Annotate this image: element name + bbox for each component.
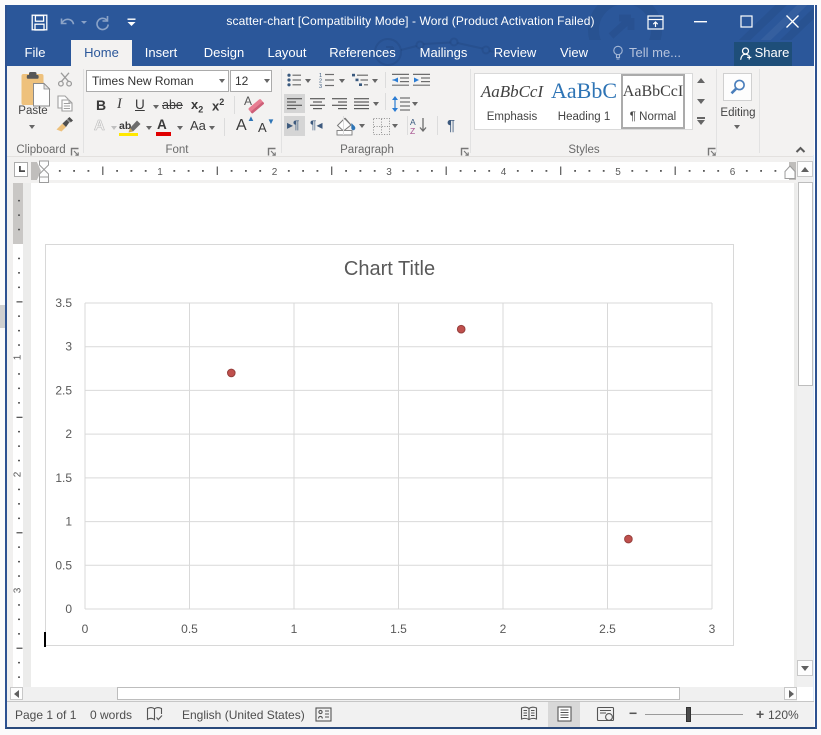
svg-text:3: 3 <box>386 167 392 178</box>
svg-text:1: 1 <box>65 515 72 529</box>
svg-text:3.5: 3.5 <box>55 296 72 310</box>
svg-text:4: 4 <box>501 167 507 178</box>
svg-text:0: 0 <box>82 622 89 636</box>
svg-text:0.5: 0.5 <box>181 622 198 636</box>
svg-text:2.5: 2.5 <box>599 622 616 636</box>
svg-text:1.5: 1.5 <box>55 471 72 485</box>
svg-text:2: 2 <box>500 622 507 636</box>
svg-text:1: 1 <box>157 167 163 178</box>
svg-text:2: 2 <box>272 167 278 178</box>
svg-text:3: 3 <box>319 84 322 88</box>
svg-text:0.5: 0.5 <box>55 558 72 572</box>
svg-text:2: 2 <box>65 427 72 441</box>
svg-text:2.5: 2.5 <box>55 383 72 397</box>
svg-text:3: 3 <box>65 340 72 354</box>
svg-text:1.5: 1.5 <box>390 622 407 636</box>
svg-text:A: A <box>244 94 252 108</box>
svg-text:3: 3 <box>709 622 716 636</box>
svg-text:1: 1 <box>291 622 298 636</box>
svg-text:5: 5 <box>615 167 621 178</box>
svg-text:0: 0 <box>65 602 72 616</box>
svg-text:6: 6 <box>730 167 736 178</box>
svg-text:Z: Z <box>410 126 415 135</box>
